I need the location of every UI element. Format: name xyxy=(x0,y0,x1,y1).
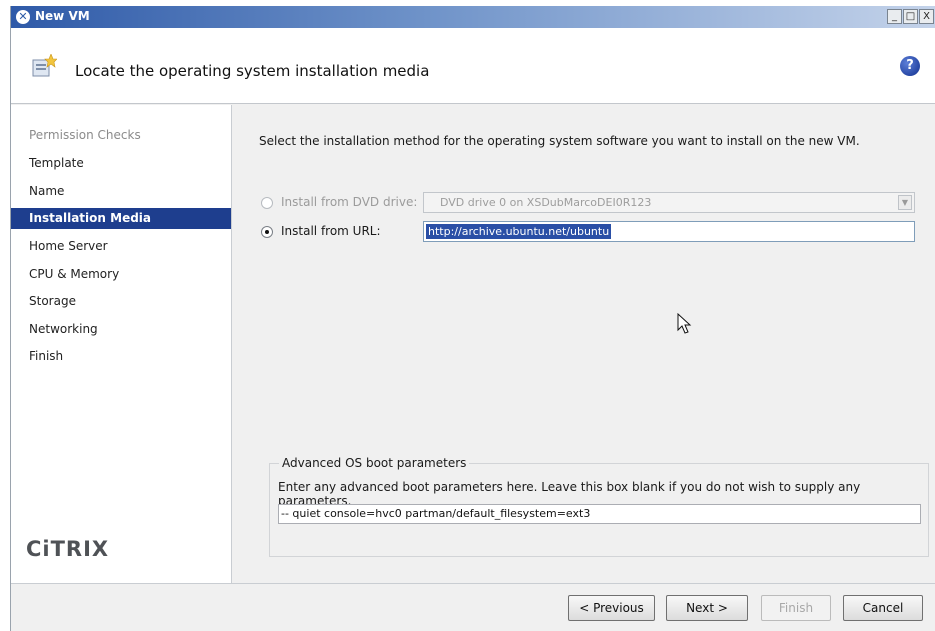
x-logo-icon: ✕ xyxy=(16,10,30,24)
advanced-boot-title: Advanced OS boot parameters xyxy=(279,456,470,470)
step-home-server[interactable]: Home Server xyxy=(11,236,231,257)
instruction-text: Select the installation method for the o… xyxy=(259,134,860,148)
url-input-value: http://archive.ubuntu.net/ubuntu xyxy=(426,224,612,239)
step-cpu-memory[interactable]: CPU & Memory xyxy=(11,264,231,285)
advanced-boot-group: Advanced OS boot parameters Enter any ad… xyxy=(269,456,929,557)
url-radio[interactable] xyxy=(261,226,273,238)
step-permission-checks: Permission Checks xyxy=(29,128,141,142)
page-title: Locate the operating system installation… xyxy=(75,62,430,80)
url-input[interactable]: http://archive.ubuntu.net/ubuntu xyxy=(423,221,915,242)
previous-button[interactable]: < Previous xyxy=(568,595,655,621)
minimize-button[interactable]: _ xyxy=(887,9,902,24)
step-finish[interactable]: Finish xyxy=(11,346,231,367)
wizard-footer: < Previous Next > Finish Cancel xyxy=(11,583,935,631)
wizard-header: Locate the operating system installation… xyxy=(11,28,935,104)
next-button[interactable]: Next > xyxy=(666,595,748,621)
dvd-drive-value: DVD drive 0 on XSDubMarcoDEI0R123 xyxy=(440,196,652,209)
step-storage[interactable]: Storage xyxy=(11,291,231,312)
window-controls: _ □ X xyxy=(887,9,934,25)
help-icon[interactable]: ? xyxy=(900,56,920,76)
chevron-down-icon[interactable]: ▼ xyxy=(898,195,912,210)
cancel-button[interactable]: Cancel xyxy=(843,595,923,621)
boot-parameters-input[interactable]: -- quiet console=hvc0 partman/default_fi… xyxy=(278,504,921,524)
citrix-logo: CiTRIX xyxy=(26,537,110,561)
finish-button[interactable]: Finish xyxy=(761,595,831,621)
window-title: New VM xyxy=(35,9,90,23)
mouse-pointer-icon xyxy=(677,313,692,334)
url-option-label: Install from URL: xyxy=(281,224,381,238)
main-content: Select the installation method for the o… xyxy=(233,105,935,583)
step-installation-media[interactable]: Installation Media xyxy=(11,208,231,229)
wizard-page-icon xyxy=(32,54,57,77)
step-name[interactable]: Name xyxy=(11,181,231,202)
maximize-button[interactable]: □ xyxy=(903,9,918,24)
new-vm-window: ✕ New VM _ □ X Locate the operating syst… xyxy=(10,6,935,631)
wizard-steps-sidebar: Permission Checks Template Name Installa… xyxy=(11,105,232,583)
dvd-drive-select[interactable]: DVD drive 0 on XSDubMarcoDEI0R123 ▼ xyxy=(423,192,915,213)
title-bar[interactable]: ✕ New VM _ □ X xyxy=(11,6,935,28)
step-networking[interactable]: Networking xyxy=(11,319,231,340)
step-template[interactable]: Template xyxy=(11,153,231,174)
dvd-option-label: Install from DVD drive: xyxy=(281,195,418,209)
close-button[interactable]: X xyxy=(919,9,934,24)
dvd-radio[interactable] xyxy=(261,197,273,209)
